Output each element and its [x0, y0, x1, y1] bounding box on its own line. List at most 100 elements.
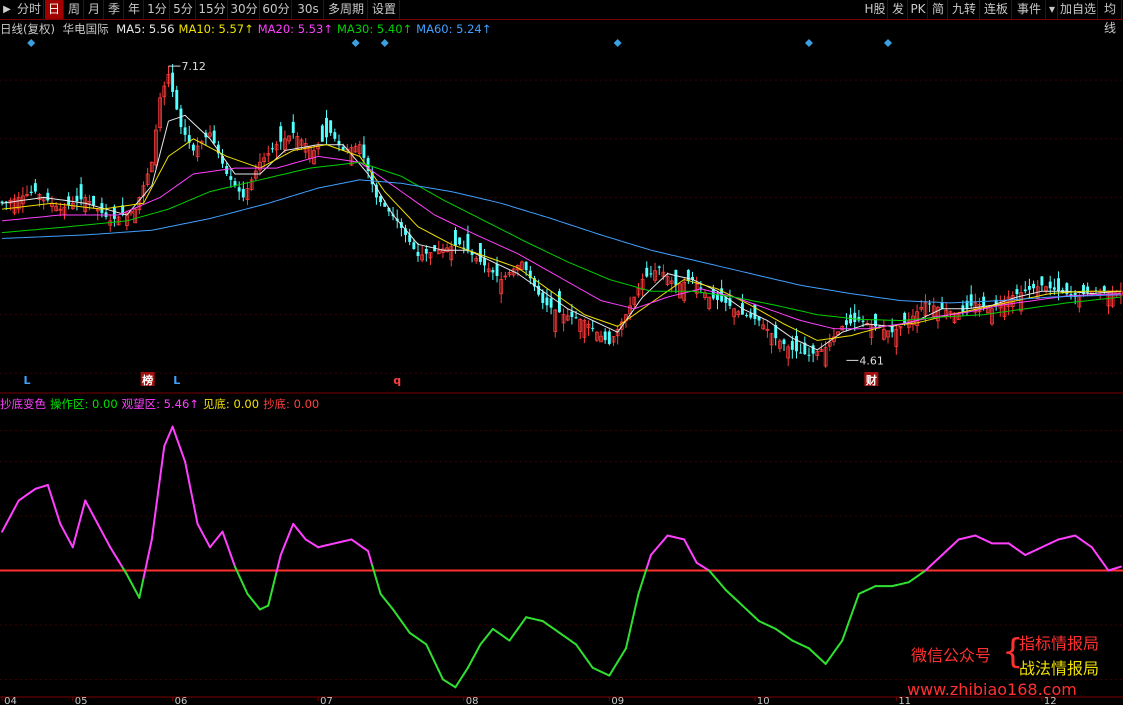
- indicator-segment: [267, 587, 274, 607]
- indicator-segment: [105, 538, 112, 549]
- indicator-segment: [396, 614, 403, 623]
- indicator-segment: [516, 622, 523, 630]
- indicator-segment: [146, 538, 153, 560]
- candle-body: [940, 302, 944, 309]
- indicator-segment: [508, 633, 515, 642]
- indicator-segment: [845, 616, 852, 630]
- indicator-segment: [242, 583, 249, 595]
- event-diamond-1: [351, 39, 360, 47]
- candle-body: [291, 121, 295, 133]
- candle-body: [191, 144, 195, 151]
- indicator-segment: [367, 550, 374, 567]
- indicator-segment: [520, 616, 528, 625]
- indicator-segment: [63, 530, 70, 541]
- indicator-segment: [154, 476, 162, 510]
- indicator-segment: [279, 543, 286, 556]
- candle-body: [1023, 289, 1027, 292]
- indicator-segment: [824, 657, 831, 665]
- candle-body: [212, 130, 216, 144]
- candle-body: [333, 132, 337, 139]
- indicator-segment: [204, 538, 212, 549]
- event-diamond-2: [380, 39, 389, 47]
- indicator-segment: [608, 667, 615, 677]
- indicator-segment: [150, 507, 157, 541]
- candle-body: [458, 237, 462, 245]
- chart-canvas[interactable]: 7.124.61L 榜 Lq 财04 05 06 07 08 09 10 11 12: [0, 0, 1123, 705]
- indicator-segment: [437, 669, 444, 681]
- candle-body: [928, 303, 932, 305]
- candle-body: [686, 269, 690, 281]
- candle-body: [329, 120, 333, 133]
- indicator-segment: [691, 554, 698, 564]
- indicator-segment: [88, 507, 95, 518]
- ma-line-MA10: [2, 138, 1121, 341]
- ma-line-MA60: [2, 179, 1121, 304]
- indicator-segment: [171, 425, 178, 440]
- indicator-segment: [113, 553, 120, 562]
- indicator-segment: [392, 608, 399, 617]
- candle-body: [1015, 289, 1019, 295]
- indicator-segment: [109, 546, 116, 556]
- candle-body: [92, 195, 96, 206]
- candle-body: [33, 183, 37, 192]
- candle-body: [782, 339, 786, 344]
- candle-body: [549, 298, 553, 308]
- candle-body: [1048, 281, 1052, 289]
- indicator-segment: [1090, 546, 1097, 555]
- indicator-segment: [425, 643, 432, 655]
- indicator-segment: [512, 627, 519, 636]
- candle-body: [416, 251, 420, 257]
- indicator-segment: [100, 530, 108, 541]
- x-tick-label-5: 09: [611, 696, 624, 705]
- candle-body: [325, 117, 328, 138]
- candle-body: [645, 267, 649, 277]
- watermark-line1-right: 指标情报局: [1019, 634, 1100, 653]
- indicator-segment: [80, 499, 87, 518]
- candle-body: [853, 312, 857, 322]
- indicator-segment: [1, 522, 8, 533]
- indicator-segment: [832, 645, 840, 654]
- candle-body: [807, 354, 811, 356]
- watermark-line2-right: 战法情报局: [1019, 659, 1100, 678]
- candle-body: [179, 108, 183, 128]
- indicator-segment: [196, 522, 203, 533]
- indicator-segment: [1099, 557, 1106, 566]
- x-tick-label-6: 10: [757, 696, 770, 705]
- marker-4: 财: [865, 373, 877, 387]
- candle-body: [649, 273, 653, 275]
- indicator-segment: [853, 592, 860, 607]
- candle-body: [362, 144, 366, 158]
- indicator-segment: [59, 522, 66, 533]
- candle-body: [112, 206, 116, 219]
- candle-body: [337, 140, 341, 145]
- candle-body: [279, 126, 283, 142]
- candle-body: [237, 187, 241, 192]
- indicator-segment: [188, 481, 195, 505]
- indicator-segment: [175, 437, 182, 451]
- indicator-segment: [404, 625, 411, 634]
- x-tick-label-3: 07: [320, 696, 333, 705]
- indicator-segment: [5, 515, 12, 525]
- indicator-segment: [50, 496, 58, 512]
- candle-body: [591, 327, 595, 329]
- event-diamond-0: [27, 39, 36, 47]
- indicator-segment: [475, 643, 482, 654]
- indicator-segment: [130, 581, 137, 591]
- indicator-segment: [117, 559, 124, 569]
- candle-body: [29, 191, 33, 194]
- marker-1: 榜: [142, 373, 153, 387]
- indicator-segment: [454, 679, 461, 689]
- candle-body: [749, 313, 753, 318]
- high-label: 7.12: [181, 60, 206, 73]
- marker-2: L: [173, 374, 180, 387]
- indicator-segment: [849, 604, 856, 619]
- candle-body: [491, 270, 495, 273]
- indicator-segment: [184, 460, 191, 484]
- candle-body: [79, 184, 83, 200]
- indicator-segment: [633, 592, 640, 614]
- indicator-segment: [221, 530, 228, 545]
- candle-body: [229, 176, 233, 180]
- indicator-segment: [271, 570, 278, 590]
- candle-body: [849, 314, 853, 324]
- indicator-segment: [683, 538, 690, 549]
